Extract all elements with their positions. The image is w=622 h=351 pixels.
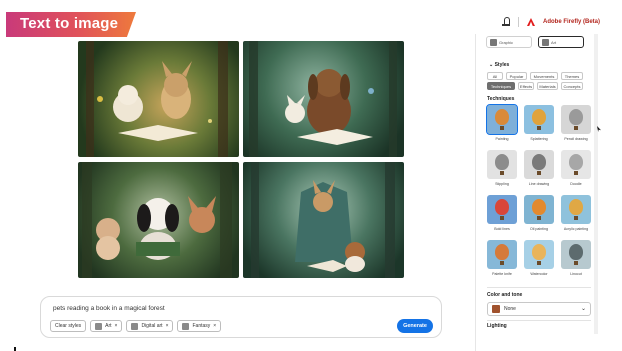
adobe-logo-icon	[526, 18, 535, 26]
balloon-thumbnail-icon	[561, 195, 591, 224]
balloon-thumbnail-icon	[487, 195, 517, 224]
technique-label: Acrylic painting	[563, 227, 589, 231]
technique-label: Palette knife	[492, 272, 512, 276]
close-icon[interactable]: ×	[213, 323, 216, 329]
technique-label: Bold lines	[494, 227, 510, 231]
clear-styles-chip[interactable]: Clear styles	[50, 320, 87, 332]
technique-swatch[interactable]: Stippling	[486, 150, 518, 195]
technique-label: Line drawing	[528, 182, 550, 186]
technique-label: Oil painting	[530, 227, 548, 231]
balloon-thumbnail-icon	[487, 150, 517, 179]
toolbar-divider	[517, 17, 519, 27]
color-tone-select[interactable]: None ⌄	[487, 302, 591, 316]
technique-label: Painting	[495, 137, 509, 141]
tab-effects[interactable]: Effects	[518, 82, 534, 90]
clear-styles-label: Clear styles	[55, 323, 82, 329]
techniques-title: Techniques	[487, 96, 515, 102]
content-type-cards: Graphic Art	[486, 36, 584, 48]
tab-techniques[interactable]: Techniques	[487, 82, 515, 90]
tab-movements[interactable]: Movements	[530, 72, 558, 80]
technique-label: Pencil drawing	[564, 137, 588, 141]
image-4-illustration	[251, 162, 395, 278]
technique-label: Doodle	[570, 182, 582, 186]
tab-themes[interactable]: Themes	[561, 72, 583, 80]
styles-section-title[interactable]: ⌄ Styles	[489, 62, 509, 68]
technique-swatch[interactable]: Watercolor	[523, 240, 555, 285]
panel-scrollbar[interactable]	[594, 34, 598, 334]
chevron-down-icon: ⌄	[580, 306, 586, 312]
technique-swatch[interactable]: Doodle	[560, 150, 592, 195]
brand-label[interactable]: Adobe Firefly (Beta)	[543, 19, 600, 25]
fantasy-chip-label: Fantasy	[192, 323, 211, 329]
settings-panel: Graphic Art ⌄ Styles All Popular Movemen…	[475, 34, 596, 351]
tab-all[interactable]: All	[487, 72, 503, 80]
art-chip[interactable]: Art ×	[90, 320, 123, 332]
technique-label: Linocut	[570, 272, 582, 276]
technique-swatch[interactable]: Oil painting	[523, 195, 555, 240]
technique-label: Watercolor	[530, 272, 548, 276]
art-chip-label: Art	[105, 323, 112, 329]
balloon-thumbnail-icon	[486, 104, 518, 135]
color-tone-thumbnail-icon	[492, 305, 500, 313]
balloon-thumbnail-icon	[561, 105, 591, 134]
technique-swatch[interactable]: Acrylic painting	[560, 195, 592, 240]
generated-image-4[interactable]	[243, 162, 404, 278]
content-type-graphic[interactable]: Graphic	[486, 36, 532, 48]
tab-materials[interactable]: Materials	[537, 82, 558, 90]
technique-label: Stippling	[495, 182, 509, 186]
technique-swatch[interactable]: Bold lines	[486, 195, 518, 240]
art-thumbnail-icon	[95, 322, 103, 330]
image-1-illustration	[86, 41, 228, 157]
tab-popular[interactable]: Popular	[506, 72, 527, 80]
technique-swatch[interactable]: Palette knife	[486, 240, 518, 285]
technique-swatch[interactable]: Painting	[486, 104, 518, 150]
bell-icon[interactable]	[501, 17, 510, 27]
content-type-graphic-label: Graphic	[499, 39, 514, 45]
balloon-thumbnail-icon	[524, 240, 554, 269]
image-2-illustration	[249, 41, 397, 157]
digital-art-chip-label: Digital art	[141, 323, 163, 329]
top-right-toolbar: Adobe Firefly (Beta)	[501, 16, 600, 28]
technique-swatches: Painting Splattering Pencil drawing Stip…	[486, 104, 592, 285]
content-type-art-label: Art	[551, 39, 557, 45]
balloon-thumbnail-icon	[524, 150, 554, 179]
balloon-thumbnail-icon	[487, 240, 517, 269]
prompt-box: pets reading a book in a magical forest …	[40, 296, 442, 338]
digital-art-thumbnail-icon	[131, 322, 139, 330]
generated-image-1[interactable]	[78, 41, 239, 157]
balloon-thumbnail-icon	[561, 240, 591, 269]
close-icon[interactable]: ×	[166, 323, 169, 329]
image-3-illustration	[82, 162, 232, 278]
style-tabs: All Popular Movements Themes Techniques …	[487, 72, 591, 90]
tab-concepts[interactable]: Concepts	[561, 82, 583, 90]
technique-swatch[interactable]: Pencil drawing	[560, 105, 592, 150]
section-divider	[487, 320, 591, 321]
styles-title-text: Styles	[494, 62, 510, 68]
color-tone-value: None	[504, 306, 516, 312]
balloon-thumbnail-icon	[524, 195, 554, 224]
generated-image-2[interactable]	[243, 41, 404, 157]
generated-image-3[interactable]	[78, 162, 239, 278]
generate-button[interactable]: Generate	[397, 319, 433, 333]
image-gallery	[78, 41, 404, 278]
technique-label: Splattering	[530, 137, 548, 141]
balloon-thumbnail-icon	[524, 105, 554, 134]
section-divider	[487, 287, 591, 288]
style-chips: Clear styles Art × Digital art × Fantasy…	[50, 320, 222, 332]
content-type-art[interactable]: Art	[538, 36, 584, 48]
digital-art-chip[interactable]: Digital art ×	[126, 320, 174, 332]
lighting-title: Lighting	[487, 323, 507, 329]
page-title-banner: Text to image	[6, 12, 136, 37]
fantasy-thumbnail-icon	[182, 322, 190, 330]
technique-swatch[interactable]: Line drawing	[523, 150, 555, 195]
close-icon[interactable]: ×	[115, 323, 118, 329]
fantasy-chip[interactable]: Fantasy ×	[177, 320, 222, 332]
page-title: Text to image	[20, 15, 119, 32]
prompt-input[interactable]: pets reading a book in a magical forest	[53, 305, 165, 312]
cursor-marker	[14, 347, 16, 351]
balloon-thumbnail-icon	[561, 150, 591, 179]
color-tone-title: Color and tone	[487, 292, 523, 298]
technique-swatch[interactable]: Linocut	[560, 240, 592, 285]
technique-swatch[interactable]: Splattering	[523, 105, 555, 150]
